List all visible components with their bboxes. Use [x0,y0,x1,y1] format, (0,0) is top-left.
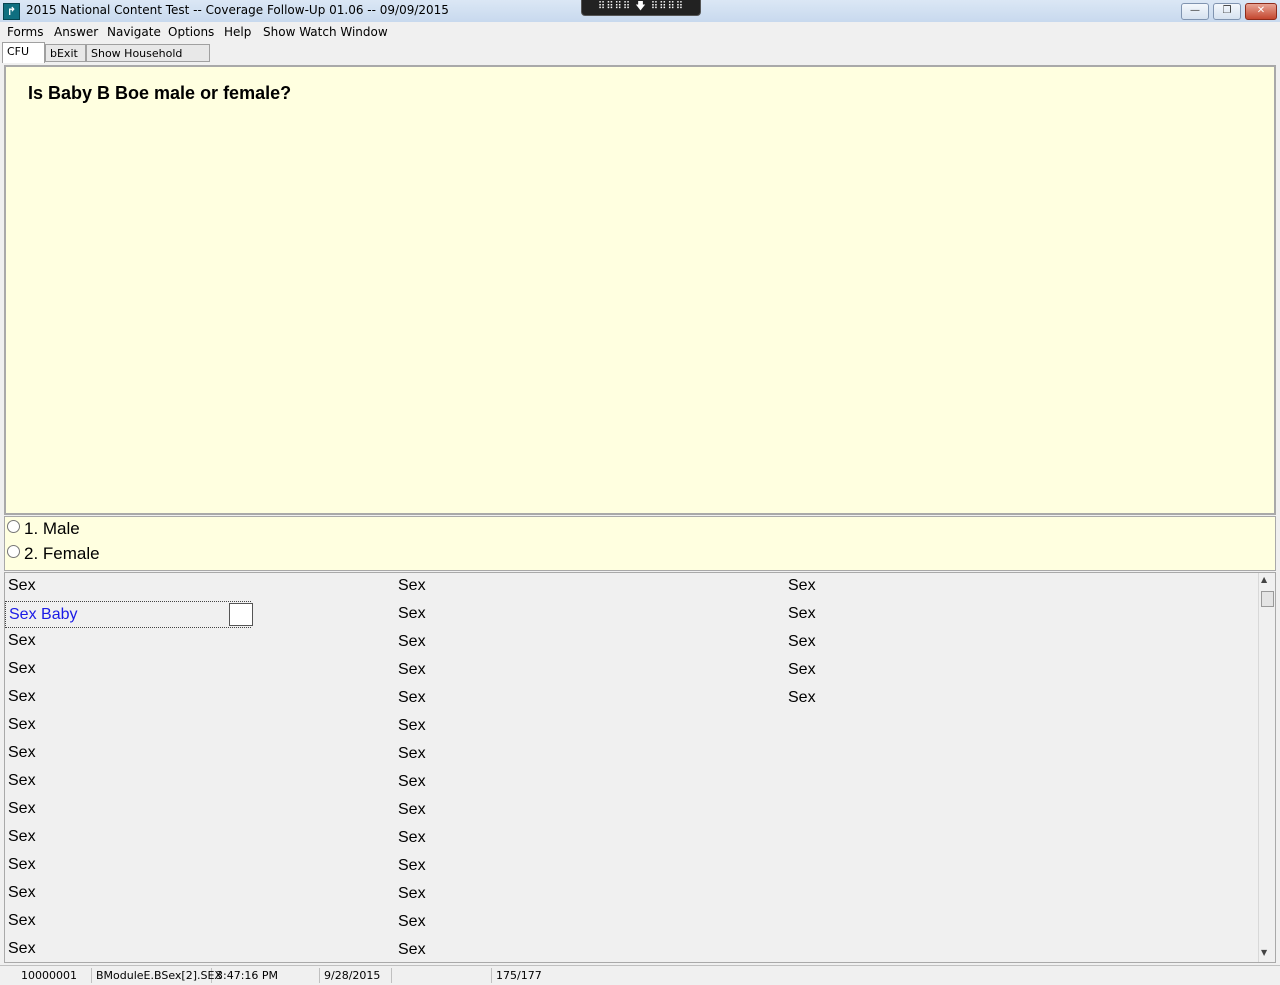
app-icon: ↱ [3,3,20,20]
current-field-label: Sex Baby [9,606,78,623]
grid-column-3: Sex Sex Sex Sex Sex [785,573,816,713]
status-time: 3:47:16 PM [212,968,320,983]
field-cell[interactable]: Sex [395,713,426,741]
field-cell[interactable]: Sex [785,685,816,713]
scroll-down-icon[interactable]: ▼ [1261,948,1267,957]
field-cell[interactable]: Sex [785,573,816,601]
restore-button[interactable]: ❐ [1213,3,1241,20]
field-cell[interactable]: Sex [5,628,251,656]
field-cell[interactable]: Sex [395,881,426,909]
field-cell[interactable]: Sex [5,740,251,768]
field-cell[interactable]: Sex [395,741,426,769]
field-cell[interactable]: Sex [395,937,426,962]
field-cell[interactable]: Sex [395,909,426,937]
remote-session-bar[interactable]: ⠿⠿⠿⠿ 🡇 ⠿⠿⠿⠿ [581,0,701,16]
status-case-id: 10000001 [17,968,92,983]
title-bar: ↱ 2015 National Content Test -- Coverage… [0,0,1280,23]
field-cell[interactable]: Sex [5,852,251,880]
menu-navigate[interactable]: Navigate [107,25,161,39]
grid-column-1: Sex Sex Baby Sex Sex Sex Sex Sex Sex Sex… [5,573,253,962]
scroll-thumb[interactable] [1261,591,1274,607]
field-grid: Sex Sex Baby Sex Sex Sex Sex Sex Sex Sex… [4,572,1276,963]
status-date: 9/28/2015 [320,968,392,983]
answer-option-male[interactable]: 1. Male [7,519,80,539]
status-progress: 175/177 [496,969,542,982]
window-title: 2015 National Content Test -- Coverage F… [26,3,449,17]
field-cell[interactable]: Sex [5,908,251,936]
question-pane: Is Baby B Boe male or female? [4,65,1276,515]
menu-options[interactable]: Options [168,25,214,39]
tab-bexit[interactable]: bExit [45,44,86,62]
minimize-button[interactable]: — [1181,3,1209,20]
field-cell[interactable]: Sex [395,769,426,797]
field-cell[interactable]: Sex [395,601,426,629]
field-cell[interactable]: Sex [5,656,251,684]
tab-show-household-roster[interactable]: Show Household Roster [86,44,210,78]
tab-cfu[interactable]: CFU [2,42,45,63]
status-empty [392,968,492,983]
menu-bar: Forms Answer Navigate Options Help Show … [0,22,1280,42]
field-cell[interactable]: Sex [395,685,426,713]
close-button[interactable]: ✕ [1245,3,1277,20]
radio-button[interactable] [7,520,20,533]
field-cell[interactable]: Sex [395,797,426,825]
menu-show-watch-window[interactable]: Show Watch Window [263,25,388,39]
field-cell[interactable]: Sex [5,880,251,908]
menu-help[interactable]: Help [224,25,251,39]
field-cell[interactable]: Sex [785,657,816,685]
scroll-up-icon[interactable]: ▲ [1261,575,1267,584]
answer-option-female[interactable]: 2. Female [7,544,100,564]
field-cell[interactable]: Sex [5,796,251,824]
status-bar: 10000001 BModuleE.BSex[2].SEX 3:47:16 PM… [0,965,1280,985]
answer-label: 1. Male [24,519,80,538]
grid-column-2: Sex Sex Sex Sex Sex Sex Sex Sex Sex Sex … [395,573,426,962]
status-field-path: BModuleE.BSex[2].SEX [92,968,222,983]
field-cell[interactable]: Sex [5,712,251,740]
field-cell[interactable]: Sex [5,768,251,796]
field-cell[interactable]: Sex [395,629,426,657]
vertical-scrollbar[interactable]: ▲ ▼ [1258,573,1275,962]
field-cell[interactable]: Sex [5,573,251,601]
question-text: Is Baby B Boe male or female? [28,83,292,103]
field-cell[interactable]: Sex [785,629,816,657]
answer-pane: 1. Male 2. Female [4,516,1276,571]
field-cell[interactable]: Sex [395,657,426,685]
field-cell[interactable]: Sex [395,573,426,601]
field-cell[interactable]: Sex [5,684,251,712]
current-field-cell[interactable]: Sex Baby [5,601,253,628]
field-cell[interactable]: Sex [395,825,426,853]
field-cell[interactable]: Sex [5,936,251,962]
radio-button[interactable] [7,545,20,558]
field-cell[interactable]: Sex [395,853,426,881]
current-field-input[interactable] [229,603,253,626]
field-cell[interactable]: Sex [785,601,816,629]
menu-answer[interactable]: Answer [54,25,98,39]
tab-strip: CFU bExit Show Household Roster [0,42,1280,78]
menu-forms[interactable]: Forms [7,25,43,39]
answer-label: 2. Female [24,544,100,563]
field-cell[interactable]: Sex [5,824,251,852]
